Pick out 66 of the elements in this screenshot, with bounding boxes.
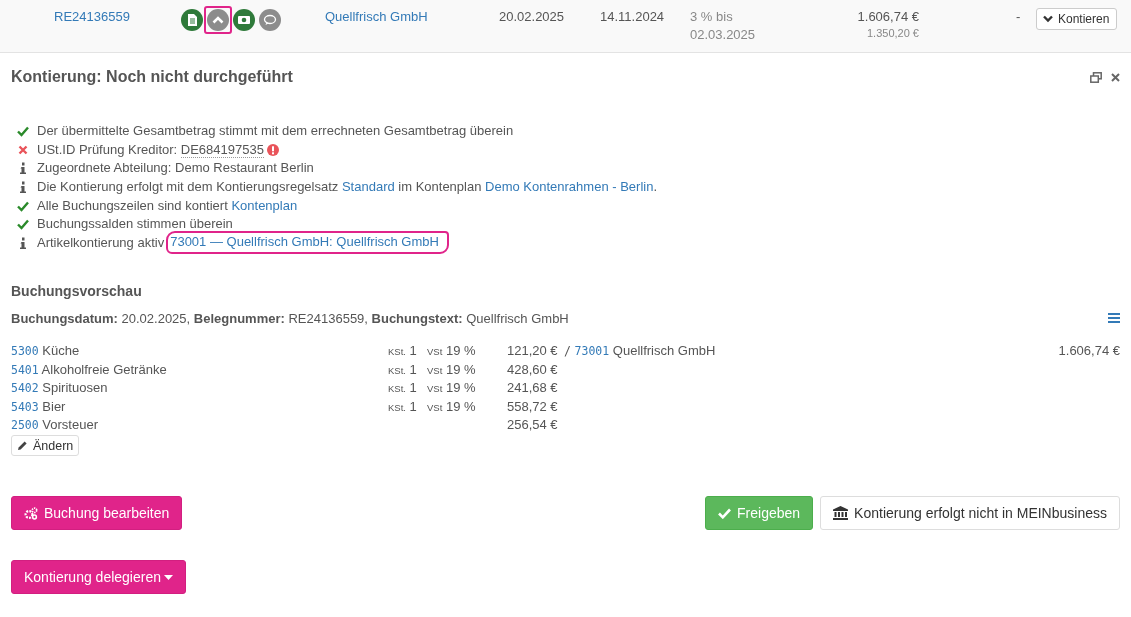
tax-rate-text: VSt 19 % (427, 342, 476, 358)
tax-rate-text: VSt 19 % (427, 361, 476, 377)
window-restore-icon[interactable] (1090, 71, 1102, 83)
line-amount: 241,68 € (507, 380, 556, 396)
tax-rate-text: VSt 19 % (427, 380, 476, 396)
invoice-date: 20.02.2025 (499, 9, 566, 24)
separator-slash: / (564, 343, 571, 358)
account-number: 5403 (11, 399, 39, 414)
action-button[interactable]: Kontierung erfolgt nicht in MEINbusiness (820, 496, 1120, 531)
tax-rate-text: VSt 19 % (427, 398, 476, 414)
discount-text: 3 % bis 02.03.2025 (690, 8, 757, 44)
cost-center-text: KSt. 1 (388, 398, 417, 414)
account-number: 5402 (11, 381, 39, 396)
line-amount: 558,72 € (507, 398, 556, 414)
check-text: Alle Buchungszeilen sind kontiert Kontenplan (37, 196, 298, 215)
menu-icon[interactable] (1108, 313, 1120, 324)
check-text: Artikelkontierung aktiv (37, 233, 165, 252)
document-icon[interactable] (181, 9, 203, 31)
check-text: USt.ID Prüfung Kreditor: DE684197535 (37, 140, 264, 159)
account-number: 2500 (11, 418, 39, 433)
panel-title: Kontierung: Noch nicht durchgeführt (11, 68, 293, 86)
line-amount: 121,20 € (507, 342, 556, 358)
action-button[interactable]: Kontierung delegieren (11, 560, 186, 595)
check-text: Buchungssalden stimmen überein (37, 215, 233, 234)
action-button[interactable]: Buchung bearbeiten (11, 496, 183, 531)
line-amount: 428,60 € (507, 361, 556, 377)
account-name: Quellfrisch GmbH (612, 342, 716, 358)
supplier-link[interactable]: Quellfrisch GmbH (325, 9, 499, 24)
speech-bubble-icon[interactable] (259, 9, 281, 31)
check-link[interactable]: Kontenplan (231, 197, 298, 213)
caret-icon (164, 574, 173, 580)
banknote-icon[interactable] (233, 9, 255, 31)
check-text: Die Kontierung erfolgt mit dem Kontierungsregelsatz Standard im Kontenplan Demo Kontenrahmen - Berlin. (37, 178, 658, 197)
kontieren-button[interactable]: Kontieren (1036, 8, 1118, 30)
gross-amount: 1.606,74 € (856, 9, 919, 24)
account-name: Vorsteuer (42, 417, 98, 433)
check-link[interactable]: 73001 — Quellfrisch GmbH: Quellfrisch GmbH (170, 234, 439, 250)
cost-center-text: KSt. 1 (388, 361, 417, 377)
booking-meta-text: Buchungsdatum: 20.02.2025, Belegnummer: RE24136559, Buchungstext: Quellfrisch GmbH (11, 310, 569, 326)
account-number: 73001 (574, 343, 610, 358)
chevron-down-icon (1043, 15, 1053, 23)
action-button[interactable]: Freigeben (705, 496, 814, 531)
cost-center-text: KSt. 1 (388, 380, 417, 396)
total-amount: 1.606,74 € (1058, 342, 1120, 358)
account-number: 5401 (11, 362, 39, 377)
section-heading: Buchungsvorschau (11, 283, 143, 302)
account-name: Bier (42, 398, 66, 414)
account-number: 5300 (11, 343, 39, 358)
invoice-number-link[interactable]: RE24136559 (54, 9, 181, 24)
pencil-icon (17, 440, 28, 452)
check-text: Zugeordnete Abteilung: Demo Restaurant Berlin (37, 159, 314, 178)
account-name: Spirituosen (42, 380, 108, 396)
bank-icon (833, 506, 849, 521)
net-amount: 1.350,20 € (866, 27, 919, 39)
check-text: Der übermittelte Gesamtbetrag stimmt mit dem errechneten Gesamtbetrag überein (37, 122, 514, 141)
due-date: 14.11.2024 (600, 9, 666, 24)
gears-icon (24, 506, 38, 520)
account-name: Alkoholfreie Getränke (41, 361, 167, 377)
cost-center-text: KSt. 1 (388, 342, 417, 358)
check-link[interactable]: Standard (341, 179, 395, 195)
account-name: Küche (42, 342, 80, 358)
edit-button[interactable]: Ändern (11, 435, 80, 457)
check-icon (718, 507, 732, 519)
placeholder-dash: - (1016, 9, 1022, 24)
close-icon[interactable] (1111, 72, 1120, 82)
line-amount: 256,54 € (507, 417, 556, 433)
